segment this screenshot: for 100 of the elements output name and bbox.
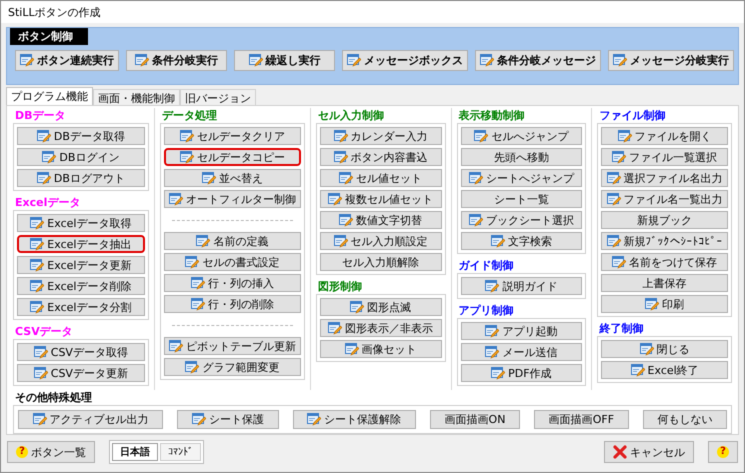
form-edit-icon — [334, 234, 348, 248]
form-edit-icon — [168, 192, 183, 206]
action-button[interactable]: Excelデータ分割 — [17, 298, 145, 316]
action-button[interactable]: 図形表示／非表示 — [320, 319, 442, 337]
action-button[interactable]: ブックシート選択 — [460, 211, 582, 229]
action-button[interactable]: 条件分岐実行 — [126, 50, 227, 71]
action-button[interactable]: 行・列の挿入 — [164, 274, 301, 292]
form-edit-icon — [606, 172, 621, 184]
cancel-button[interactable]: キャンセル — [604, 441, 694, 463]
action-button[interactable]: Excelデータ削除 — [17, 277, 145, 295]
action-button[interactable]: シート保護 — [177, 410, 279, 429]
form-edit-icon — [185, 360, 200, 374]
action-button[interactable]: 先頭へ移動 — [460, 148, 582, 166]
form-edit-icon — [30, 280, 44, 292]
tab[interactable]: 旧バージョン — [180, 89, 256, 106]
form-edit-icon — [612, 256, 626, 268]
action-button[interactable]: DBデータ取得 — [17, 127, 145, 145]
action-button[interactable]: CSVデータ更新 — [17, 364, 145, 382]
action-button[interactable]: 印刷 — [601, 295, 728, 313]
form-edit-icon — [32, 413, 47, 426]
action-button[interactable]: メッセージボックス — [342, 50, 468, 71]
action-button[interactable]: Excelデータ更新 — [17, 256, 145, 274]
action-button[interactable]: ボタン内容書込 — [320, 148, 442, 166]
action-button[interactable]: ボタン連続実行 — [15, 50, 119, 71]
action-button[interactable]: 画像セット — [320, 340, 442, 358]
action-button[interactable]: 画面描画ON — [430, 410, 520, 429]
action-button[interactable]: セルの書式設定 — [164, 253, 301, 271]
help-button[interactable]: ? — [708, 441, 738, 463]
form-edit-icon — [42, 150, 56, 164]
action-button[interactable]: 文字検索 — [460, 232, 582, 250]
action-button[interactable]: シート一覧 — [460, 190, 582, 208]
action-button[interactable]: ファイル名一覧出力 — [601, 190, 728, 208]
form-edit-icon — [328, 192, 342, 206]
action-button[interactable]: 画面描画OFF — [534, 410, 629, 429]
action-button[interactable]: DBログイン — [17, 148, 145, 166]
action-button[interactable]: 条件分岐メッセージ — [475, 50, 601, 71]
action-button[interactable]: セルへジャンプ — [460, 127, 582, 145]
form-edit-icon — [30, 300, 44, 314]
action-button[interactable]: 新規ﾌﾞｯｸへｼｰﾄｺﾋﾟｰ — [601, 232, 728, 250]
action-button[interactable]: メール送信 — [460, 343, 582, 361]
action-button[interactable]: 名前の定義 — [164, 232, 301, 250]
form-edit-icon — [468, 214, 483, 226]
form-edit-icon — [474, 130, 488, 142]
action-button[interactable]: 新規ブック — [601, 211, 728, 229]
action-button[interactable]: 閉じる — [601, 340, 728, 358]
action-button[interactable]: 繰返し実行 — [234, 50, 335, 71]
form-edit-icon — [307, 413, 322, 426]
action-button[interactable]: セルデータコピー — [164, 148, 301, 166]
panel-label: ボタン制御 — [10, 28, 88, 45]
button-list-button[interactable]: ? ボタン一覧 — [7, 441, 95, 463]
form-edit-icon — [196, 234, 210, 248]
action-button[interactable]: オートフィルター制御 — [164, 190, 301, 208]
action-button[interactable]: 何もしない — [642, 410, 727, 429]
action-button[interactable]: セル値セット — [320, 169, 442, 187]
action-button[interactable]: セルデータクリア — [164, 127, 301, 145]
tab[interactable]: プログラム機能 — [6, 87, 93, 106]
tab[interactable]: 画面・機能制御 — [93, 89, 180, 106]
action-button[interactable]: PDF作成 — [460, 364, 582, 382]
action-button[interactable]: 選択ファイル名出力 — [601, 169, 728, 187]
action-button[interactable]: アクティブセル出力 — [18, 410, 164, 429]
action-button[interactable]: 名前をつけて保存 — [601, 253, 728, 271]
action-button[interactable]: Excelデータ抽出 — [17, 235, 145, 253]
action-button[interactable]: 上書保存 — [601, 274, 728, 292]
action-button[interactable]: アプリ起動 — [460, 322, 582, 340]
form-edit-icon — [36, 130, 51, 142]
form-edit-icon — [485, 346, 500, 358]
action-button[interactable]: セル入力順設定 — [320, 232, 442, 250]
section-heading: データ処理 — [162, 110, 218, 122]
action-button[interactable]: 行・列の削除 — [164, 295, 301, 313]
action-button[interactable]: 並べ替え — [164, 169, 301, 187]
action-button[interactable]: セル入力順解除 — [320, 253, 442, 271]
action-button[interactable]: メッセージ分岐実行 — [608, 50, 734, 71]
action-button[interactable]: 複数セル値セット — [320, 190, 442, 208]
action-button[interactable]: ピボットテーブル更新 — [164, 337, 301, 355]
action-button[interactable]: 図形点滅 — [320, 298, 442, 316]
form-edit-icon — [491, 366, 506, 380]
action-button[interactable]: CSVデータ取得 — [17, 343, 145, 361]
form-edit-icon — [190, 276, 205, 290]
action-button[interactable]: シートへジャンプ — [460, 169, 582, 187]
action-button[interactable]: 数値文字切替 — [320, 211, 442, 229]
action-button[interactable]: DBログアウト — [17, 169, 145, 187]
section-heading: CSVデータ — [15, 326, 74, 338]
form-edit-icon — [347, 54, 361, 67]
action-button[interactable]: ファイルを開く — [601, 127, 728, 145]
form-edit-icon — [612, 150, 626, 164]
action-button[interactable]: シート保護解除 — [292, 410, 416, 429]
section-heading: 表示移動制御 — [458, 110, 526, 122]
action-button[interactable]: Excel終了 — [601, 361, 728, 379]
action-button[interactable]: グラフ範囲変更 — [164, 358, 301, 376]
toggle-option[interactable]: 日本語 — [112, 443, 158, 461]
action-button[interactable]: Excelデータ取得 — [17, 214, 145, 232]
action-button[interactable]: カレンダー入力 — [320, 127, 442, 145]
action-button[interactable]: 説明ガイド — [460, 277, 582, 295]
form-edit-icon — [185, 256, 200, 268]
toggle-option[interactable]: ｺﾏﾝﾄﾞ — [160, 443, 201, 461]
section-heading: ファイル制御 — [599, 110, 666, 122]
action-button[interactable]: ファイル一覧選択 — [601, 148, 728, 166]
form-edit-icon — [339, 172, 354, 184]
form-edit-icon — [180, 130, 194, 142]
form-edit-icon — [168, 340, 183, 352]
